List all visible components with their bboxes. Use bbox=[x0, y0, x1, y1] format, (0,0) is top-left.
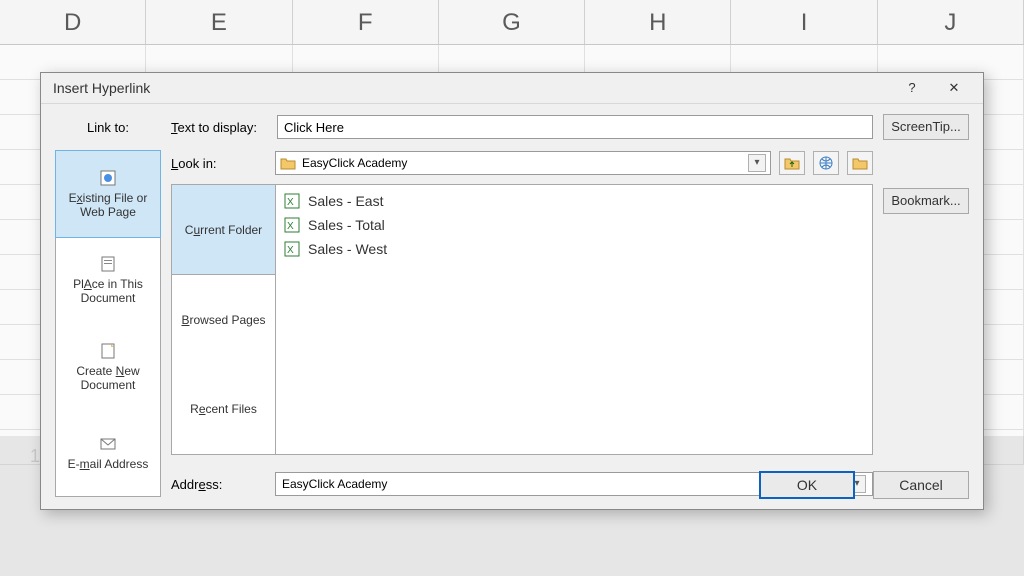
list-item[interactable]: X Sales - West bbox=[284, 237, 864, 261]
col-header[interactable]: J bbox=[878, 0, 1024, 44]
address-value: EasyClick Academy bbox=[282, 477, 387, 491]
text-to-display-input[interactable] bbox=[277, 115, 873, 139]
list-item[interactable]: X Sales - Total bbox=[284, 213, 864, 237]
close-button[interactable]: ✕ bbox=[933, 76, 975, 100]
bookmark-button[interactable]: Bookmark... bbox=[883, 188, 969, 214]
document-icon bbox=[99, 255, 117, 273]
col-header[interactable]: I bbox=[731, 0, 877, 44]
browse-web-icon bbox=[818, 155, 834, 171]
col-header[interactable]: F bbox=[293, 0, 439, 44]
address-label: Address: bbox=[171, 477, 267, 492]
link-to-create-new-document[interactable]: Create NewDocument bbox=[56, 324, 160, 410]
list-item[interactable]: X Sales - East bbox=[284, 189, 864, 213]
excel-file-icon: X bbox=[284, 217, 300, 233]
col-header[interactable]: E bbox=[146, 0, 292, 44]
col-header[interactable]: H bbox=[585, 0, 731, 44]
tab-browsed-pages[interactable]: Browsed Pages bbox=[172, 275, 275, 364]
column-headers: D E F G H I J bbox=[0, 0, 1024, 45]
envelope-icon bbox=[99, 435, 117, 453]
link-to-panel: Existing File orWeb Page PlAce in ThisDo… bbox=[55, 150, 161, 497]
insert-hyperlink-dialog: Insert Hyperlink ? ✕ Link to: Text to di… bbox=[40, 72, 984, 510]
link-to-existing-file[interactable]: Existing File orWeb Page bbox=[55, 150, 161, 238]
up-one-level-button[interactable] bbox=[779, 151, 805, 175]
tab-current-folder[interactable]: Current Folder bbox=[172, 185, 275, 275]
new-document-icon bbox=[99, 342, 117, 360]
dialog-title: Insert Hyperlink bbox=[53, 80, 891, 96]
browse-file-button[interactable] bbox=[847, 151, 873, 175]
chevron-down-icon[interactable]: ▾ bbox=[748, 154, 766, 172]
screentip-button[interactable]: ScreenTip... bbox=[883, 114, 969, 140]
file-list[interactable]: X Sales - East X Sales - Total X Sales -… bbox=[275, 184, 873, 455]
browse-web-button[interactable] bbox=[813, 151, 839, 175]
look-in-combo[interactable]: EasyClick Academy ▾ bbox=[275, 151, 771, 175]
link-to-email-address[interactable]: E-mail Address bbox=[56, 410, 160, 496]
svg-text:X: X bbox=[287, 197, 294, 208]
excel-file-icon: X bbox=[284, 193, 300, 209]
link-to-place-in-document[interactable]: PlAce in ThisDocument bbox=[56, 237, 160, 323]
help-button[interactable]: ? bbox=[891, 76, 933, 100]
look-in-label: Look in: bbox=[171, 156, 267, 171]
text-to-display-label: Text to display: bbox=[171, 120, 267, 135]
col-header[interactable]: D bbox=[0, 0, 146, 44]
svg-text:X: X bbox=[287, 221, 294, 232]
titlebar: Insert Hyperlink ? ✕ bbox=[41, 73, 983, 104]
ok-button[interactable]: OK bbox=[759, 471, 855, 499]
tab-recent-files[interactable]: Recent Files bbox=[172, 365, 275, 454]
folder-icon bbox=[280, 156, 296, 170]
col-header[interactable]: G bbox=[439, 0, 585, 44]
folder-up-icon bbox=[784, 156, 800, 170]
cancel-button[interactable]: Cancel bbox=[873, 471, 969, 499]
folder-open-icon bbox=[852, 156, 868, 170]
globe-page-icon bbox=[99, 169, 117, 187]
link-to-label: Link to: bbox=[55, 120, 161, 135]
excel-file-icon: X bbox=[284, 241, 300, 257]
svg-text:X: X bbox=[287, 245, 294, 256]
look-in-value: EasyClick Academy bbox=[302, 156, 407, 170]
